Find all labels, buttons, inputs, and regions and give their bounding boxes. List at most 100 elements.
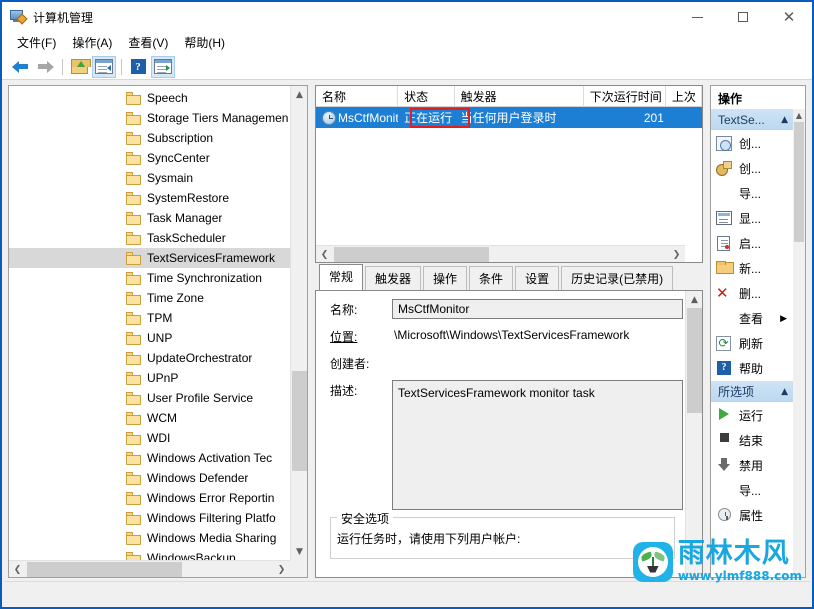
tree-item[interactable]: Subscription	[9, 128, 290, 148]
detail-tab[interactable]: 触发器	[365, 266, 421, 291]
tree-item[interactable]: Windows Error Reportin	[9, 488, 290, 508]
detail-tab[interactable]: 常规	[319, 264, 363, 290]
tree-item-label: UPnP	[147, 371, 178, 385]
folder-icon	[126, 152, 141, 165]
actions-scrollbar-thumb[interactable]	[794, 122, 804, 242]
actions-scroll-up-arrow[interactable]: ▲	[793, 109, 805, 122]
create-basic-task-icon	[716, 161, 733, 177]
tasklist-scroll-right-arrow[interactable]: ❯	[668, 246, 685, 263]
column-header[interactable]: 触发器	[455, 86, 584, 106]
menu-action[interactable]: 操作(A)	[64, 32, 120, 54]
task-row[interactable]: MsCtfMonitor正在运行当任何用户登录时201	[316, 107, 702, 128]
actions-section-header[interactable]: TextSe...▲	[711, 109, 793, 131]
tree-item[interactable]: Time Zone	[9, 288, 290, 308]
show-hide-action-pane-button[interactable]	[151, 56, 175, 78]
tree-list: SpeechStorage Tiers ManagemenSubscriptio…	[9, 86, 290, 560]
tree-item-label: Sysmain	[147, 171, 193, 185]
tree-vertical-scrollbar[interactable]: ▲ ▼	[290, 86, 307, 560]
tree-item[interactable]: UpdateOrchestrator	[9, 348, 290, 368]
tree-scroll-down-arrow[interactable]: ▼	[291, 543, 308, 560]
tree-item[interactable]: Windows Defender	[9, 468, 290, 488]
tree-item[interactable]: Windows Filtering Platfo	[9, 508, 290, 528]
maximize-button[interactable]	[720, 2, 766, 32]
detail-tab[interactable]: 操作	[423, 266, 467, 291]
tree-item[interactable]: Task Manager	[9, 208, 290, 228]
up-folder-button[interactable]	[67, 56, 91, 78]
action-item[interactable]: 显...	[711, 206, 793, 231]
detail-tab[interactable]: 条件	[469, 266, 513, 291]
tree-horizontal-scrollbar[interactable]: ❮ ❯	[9, 560, 290, 577]
action-item[interactable]: 查看▶	[711, 306, 793, 331]
detail-field-value[interactable]: MsCtfMonitor	[392, 299, 683, 319]
column-header[interactable]: 下次运行时间	[584, 86, 666, 106]
actions-vertical-scrollbar[interactable]: ▲	[793, 109, 805, 577]
action-item[interactable]: 导...	[711, 181, 793, 206]
tasklist-scroll-left-arrow[interactable]: ❮	[316, 246, 333, 263]
action-item[interactable]: 运行	[711, 403, 793, 428]
tree-item[interactable]: User Profile Service	[9, 388, 290, 408]
action-item[interactable]: ?帮助	[711, 356, 793, 381]
minimize-button[interactable]	[674, 2, 720, 32]
back-button[interactable]	[8, 56, 32, 78]
tree-scroll-left-arrow[interactable]: ❮	[9, 561, 26, 578]
tree-scrollbar-corner	[290, 560, 307, 577]
help-button[interactable]: ?	[126, 56, 150, 78]
tree-scroll-up-arrow[interactable]: ▲	[291, 86, 308, 103]
tree-item[interactable]: TextServicesFramework	[9, 248, 290, 268]
tree-item[interactable]: Windows Activation Tec	[9, 448, 290, 468]
action-item[interactable]: 创...	[711, 156, 793, 181]
actions-section-header[interactable]: 所选项▲	[711, 381, 793, 403]
detail-field-value[interactable]: TextServicesFramework monitor task	[392, 380, 683, 510]
tree-item[interactable]: SyncCenter	[9, 148, 290, 168]
tree-item[interactable]: SystemRestore	[9, 188, 290, 208]
action-item[interactable]: ✕删...	[711, 281, 793, 306]
tree-item[interactable]: Speech	[9, 88, 290, 108]
main-content: SpeechStorage Tiers ManagemenSubscriptio…	[4, 82, 810, 579]
close-button[interactable]: ✕	[766, 2, 812, 32]
action-item[interactable]: 创...	[711, 131, 793, 156]
forward-button[interactable]	[33, 56, 57, 78]
action-item[interactable]: 属性	[711, 503, 793, 528]
action-item[interactable]: 禁用	[711, 453, 793, 478]
security-options-text: 运行任务时，请使用下列用户帐户:	[337, 530, 668, 547]
task-list-horizontal-scrollbar[interactable]: ❮ ❯	[316, 245, 685, 262]
tree-item[interactable]: Windows Media Sharing	[9, 528, 290, 548]
detail-scroll-up-arrow[interactable]: ▲	[686, 291, 703, 308]
detail-tab[interactable]: 设置	[515, 266, 559, 291]
no-icon	[716, 483, 733, 499]
show-hide-tree-button[interactable]	[92, 56, 116, 78]
tree-hscrollbar-thumb[interactable]	[27, 562, 182, 577]
column-header[interactable]: 名称	[316, 86, 398, 106]
detail-tab[interactable]: 历史记录(已禁用)	[561, 266, 673, 291]
menu-view[interactable]: 查看(V)	[120, 32, 176, 54]
tree-item[interactable]: TaskScheduler	[9, 228, 290, 248]
menu-file[interactable]: 文件(F)	[9, 32, 64, 54]
tree-item[interactable]: WDI	[9, 428, 290, 448]
actions-panel: 操作 TextSe...▲创...创...导...显...启...新...✕删.…	[710, 85, 806, 578]
tree-item[interactable]: UPnP	[9, 368, 290, 388]
action-item[interactable]: 结束	[711, 428, 793, 453]
tree-item[interactable]: WindowsBackup	[9, 548, 290, 560]
task-cell-last	[666, 107, 702, 128]
action-item[interactable]: ⟳刷新	[711, 331, 793, 356]
tree-item[interactable]: Storage Tiers Managemen	[9, 108, 290, 128]
action-item[interactable]: 新...	[711, 256, 793, 281]
tree-item-label: UpdateOrchestrator	[147, 351, 252, 365]
tree-item[interactable]: WCM	[9, 408, 290, 428]
folder-icon	[126, 352, 141, 365]
folder-icon	[126, 372, 141, 385]
menu-help[interactable]: 帮助(H)	[176, 32, 233, 54]
tree-item[interactable]: TPM	[9, 308, 290, 328]
detail-scrollbar-thumb[interactable]	[687, 308, 702, 413]
action-item[interactable]: 启...	[711, 231, 793, 256]
column-header[interactable]: 状态	[398, 86, 455, 106]
column-header[interactable]: 上次	[666, 86, 702, 106]
detail-vertical-scrollbar[interactable]: ▲	[685, 291, 702, 577]
tree-item[interactable]: Sysmain	[9, 168, 290, 188]
tree-scrollbar-thumb[interactable]	[292, 371, 307, 471]
action-item[interactable]: 导...	[711, 478, 793, 503]
tree-scroll-right-arrow[interactable]: ❯	[273, 561, 290, 578]
tasklist-hscrollbar-thumb[interactable]	[334, 247, 489, 262]
tree-item[interactable]: Time Synchronization	[9, 268, 290, 288]
tree-item[interactable]: UNP	[9, 328, 290, 348]
